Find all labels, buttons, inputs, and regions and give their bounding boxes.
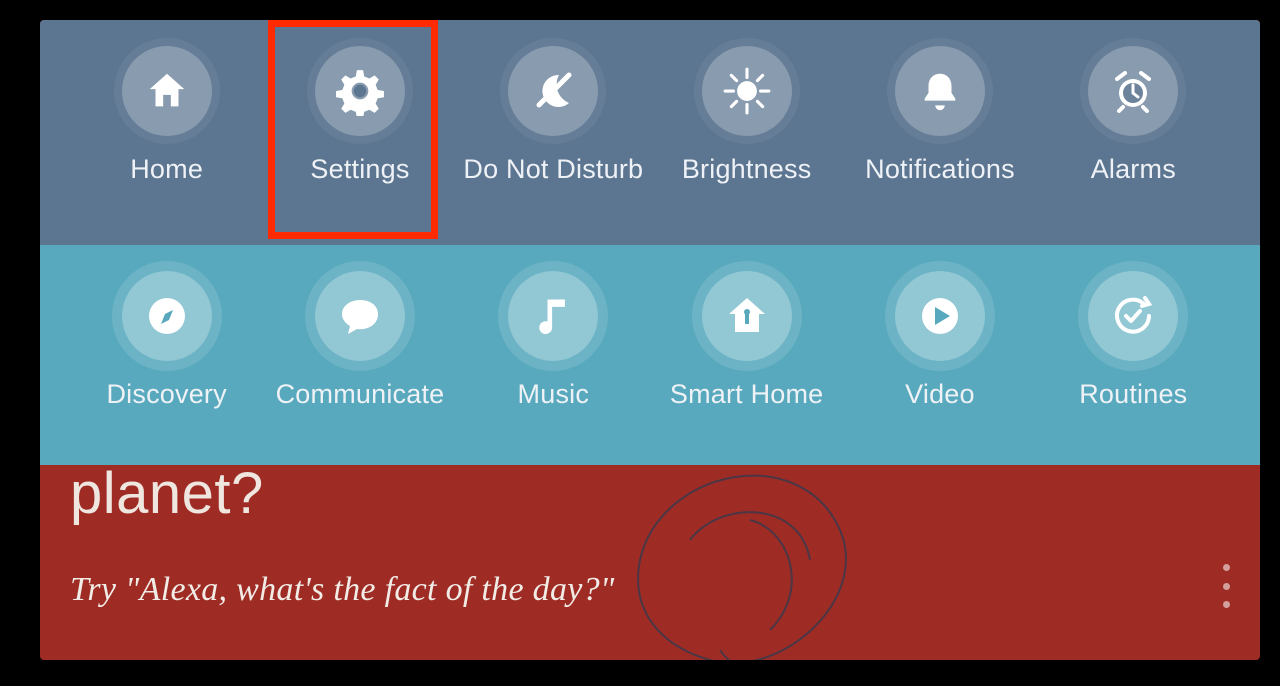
quick-item-label: Smart Home [670,379,824,410]
music-note-icon [508,271,598,361]
quick-item-label: Do Not Disturb [463,154,643,185]
compass-icon [122,271,212,361]
smart-home-icon [702,271,792,361]
more-options-button[interactable] [1214,564,1238,608]
quick-item-routines[interactable]: Routines [1043,271,1223,410]
quick-item-label: Routines [1079,379,1187,410]
speech-bubble-icon [315,271,405,361]
quick-item-discovery[interactable]: Discovery [77,271,257,410]
routines-icon [1088,271,1178,361]
quick-item-video[interactable]: Video [850,271,1030,410]
quick-item-label: Communicate [276,379,445,410]
device-screen: Home Settings Do Not Disturb Brightness [40,20,1260,660]
bell-icon [895,46,985,136]
quick-item-label: Brightness [682,154,812,185]
sun-icon [702,46,792,136]
quick-item-home[interactable]: Home [77,46,257,185]
quick-item-settings[interactable]: Settings [270,46,450,185]
quick-item-brightness[interactable]: Brightness [657,46,837,185]
home-card-area: planet? Try "Alexa, what's the fact of t… [40,465,1260,660]
quick-panel-row-1: Home Settings Do Not Disturb Brightness [40,20,1260,245]
play-icon [895,271,985,361]
quick-item-label: Video [905,379,975,410]
dnd-moon-icon [508,46,598,136]
quick-item-label: Settings [310,154,409,185]
try-suggestion-text: Try "Alexa, what's the fact of the day?" [70,571,1230,609]
quick-item-label: Music [518,379,590,410]
quick-item-label: Notifications [865,154,1015,185]
quick-item-communicate[interactable]: Communicate [270,271,450,410]
quick-item-alarms[interactable]: Alarms [1043,46,1223,185]
quick-item-music[interactable]: Music [463,271,643,410]
quick-item-label: Alarms [1091,154,1176,185]
alarm-clock-icon [1088,46,1178,136]
gear-icon [315,46,405,136]
house-icon [122,46,212,136]
headline-fragment: planet? [70,465,1230,523]
quick-item-notifications[interactable]: Notifications [850,46,1030,185]
quick-item-label: Discovery [106,379,226,410]
quick-item-smart-home[interactable]: Smart Home [657,271,837,410]
quick-item-dnd[interactable]: Do Not Disturb [463,46,643,185]
quick-item-label: Home [130,154,203,185]
